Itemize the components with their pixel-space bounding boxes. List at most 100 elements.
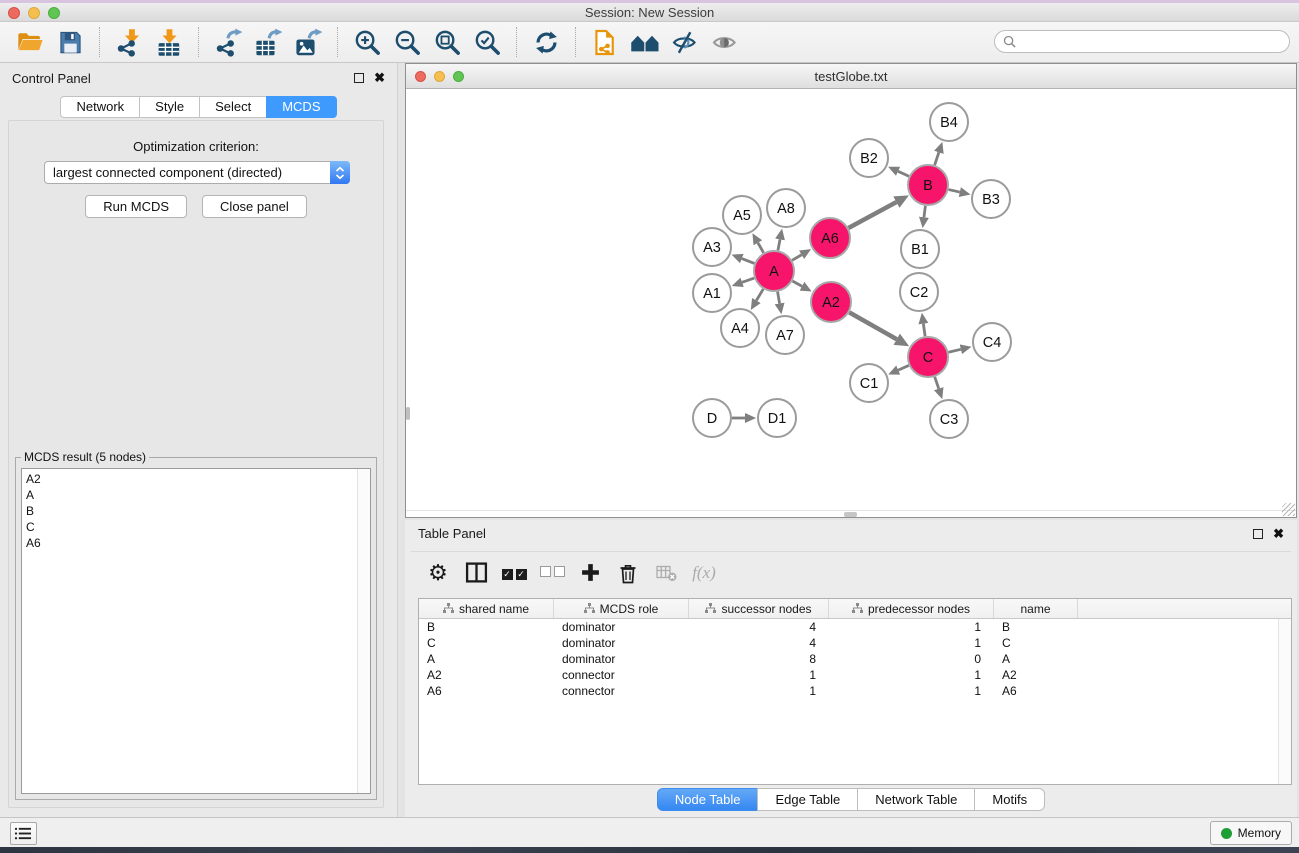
graph-node-A2[interactable]: A2 xyxy=(811,282,851,322)
close-network-button[interactable] xyxy=(415,71,426,82)
import-table-button[interactable] xyxy=(152,25,186,59)
refresh-button[interactable] xyxy=(529,25,563,59)
edge-A-A4[interactable] xyxy=(756,289,763,300)
column-header-successor-nodes[interactable]: successor nodes xyxy=(689,599,829,618)
graph-node-B2[interactable]: B2 xyxy=(850,139,888,177)
result-item[interactable]: A2 xyxy=(26,471,370,487)
graph-node-A3[interactable]: A3 xyxy=(693,228,731,266)
open-session-button[interactable] xyxy=(13,25,47,59)
add-column-button[interactable] xyxy=(575,557,605,589)
show-view-button[interactable] xyxy=(708,25,742,59)
edge-B-B3[interactable] xyxy=(948,190,959,193)
delete-table-button[interactable] xyxy=(651,557,681,589)
close-window-button[interactable] xyxy=(8,7,20,19)
graph-node-A6[interactable]: A6 xyxy=(810,218,850,258)
edge-A-A2[interactable] xyxy=(792,281,802,286)
table-scrollbar[interactable] xyxy=(1278,619,1291,784)
memory-button[interactable]: Memory xyxy=(1210,821,1292,845)
delete-column-button[interactable] xyxy=(613,557,643,589)
edge-A-A7[interactable] xyxy=(778,292,780,304)
zoom-fit-button[interactable] xyxy=(430,25,464,59)
export-table-button[interactable] xyxy=(251,25,285,59)
graph-node-A4[interactable]: A4 xyxy=(721,309,759,347)
minimize-network-button[interactable] xyxy=(434,71,445,82)
result-item[interactable]: A xyxy=(26,487,370,503)
float-table-panel-icon[interactable] xyxy=(1253,529,1263,539)
edge-A-A6[interactable] xyxy=(792,255,801,261)
tab-network[interactable]: Network xyxy=(60,96,140,118)
close-panel-button[interactable]: Close panel xyxy=(202,195,307,218)
graph-node-A8[interactable]: A8 xyxy=(767,189,805,227)
mcds-result-list[interactable]: A2ABCA6 xyxy=(21,468,371,794)
zoom-in-button[interactable] xyxy=(350,25,384,59)
table-row[interactable]: A6connector11A6 xyxy=(419,683,1291,699)
tab-network-table[interactable]: Network Table xyxy=(857,788,975,811)
network-canvas[interactable]: AA1A3A5A8A6A2A4A7BB1B2B3B4CC1C2C3C4DD1 xyxy=(406,89,1296,517)
home-button[interactable] xyxy=(628,25,662,59)
search-field[interactable] xyxy=(994,30,1290,53)
edge-A-A5[interactable] xyxy=(758,243,764,253)
hide-panels-button[interactable] xyxy=(668,25,702,59)
tab-style[interactable]: Style xyxy=(139,96,200,118)
graph-node-C3[interactable]: C3 xyxy=(930,400,968,438)
save-session-button[interactable] xyxy=(53,25,87,59)
tab-mcds[interactable]: MCDS xyxy=(266,96,336,118)
graph-node-B1[interactable]: B1 xyxy=(901,230,939,268)
edge-B-B4[interactable] xyxy=(935,152,939,165)
column-header-name[interactable]: name xyxy=(994,599,1078,618)
table-row[interactable]: A2connector11A2 xyxy=(419,667,1291,683)
edge-B-B1[interactable] xyxy=(924,206,925,217)
export-image-button[interactable] xyxy=(291,25,325,59)
tab-edge-table[interactable]: Edge Table xyxy=(757,788,858,811)
graph-node-A5[interactable]: A5 xyxy=(723,196,761,234)
column-header-shared-name[interactable]: shared name xyxy=(419,599,554,618)
table-row[interactable]: Adominator80A xyxy=(419,651,1291,667)
zoom-network-button[interactable] xyxy=(453,71,464,82)
select-all-button[interactable]: ✓✓ xyxy=(499,557,529,589)
resize-grip-icon[interactable] xyxy=(1282,503,1295,516)
edge-C-C2[interactable] xyxy=(923,324,925,337)
zoom-window-button[interactable] xyxy=(48,7,60,19)
float-panel-icon[interactable] xyxy=(354,73,364,83)
result-item[interactable]: C xyxy=(26,519,370,535)
network-vscrollbar[interactable] xyxy=(406,407,410,420)
minimize-window-button[interactable] xyxy=(28,7,40,19)
edge-A2-C[interactable] xyxy=(849,312,896,339)
result-item[interactable]: B xyxy=(26,503,370,519)
close-table-panel-icon[interactable]: ✖ xyxy=(1273,529,1284,539)
criterion-dropdown[interactable]: largest connected component (directed) xyxy=(44,161,350,184)
tab-select[interactable]: Select xyxy=(199,96,267,118)
function-builder-button[interactable]: f(x) xyxy=(689,557,719,589)
tab-motifs[interactable]: Motifs xyxy=(974,788,1045,811)
graph-node-A1[interactable]: A1 xyxy=(693,274,731,312)
run-mcds-button[interactable]: Run MCDS xyxy=(85,195,187,218)
edge-A-A8[interactable] xyxy=(778,239,780,250)
edge-A-A3[interactable] xyxy=(742,259,755,264)
network-hscrollbar[interactable] xyxy=(406,510,1296,517)
table-row[interactable]: Cdominator41C xyxy=(419,635,1291,651)
graph-node-B[interactable]: B xyxy=(908,165,948,205)
close-panel-icon[interactable]: ✖ xyxy=(374,73,385,83)
export-network-button[interactable] xyxy=(211,25,245,59)
graph-node-B4[interactable]: B4 xyxy=(930,103,968,141)
edge-C-C3[interactable] xyxy=(935,377,939,389)
zoom-out-button[interactable] xyxy=(390,25,424,59)
edge-C-C1[interactable] xyxy=(898,365,909,370)
graph-node-C4[interactable]: C4 xyxy=(973,323,1011,361)
tab-node-table[interactable]: Node Table xyxy=(657,788,759,811)
graph-node-C1[interactable]: C1 xyxy=(850,364,888,402)
zoom-selected-button[interactable] xyxy=(470,25,504,59)
graph-node-A7[interactable]: A7 xyxy=(766,316,804,354)
search-input[interactable] xyxy=(1021,35,1281,49)
show-column-button[interactable] xyxy=(461,557,491,589)
graph-node-A[interactable]: A xyxy=(754,251,794,291)
graph-node-C[interactable]: C xyxy=(908,337,948,377)
edge-A6-B[interactable] xyxy=(848,202,896,228)
graph-node-D1[interactable]: D1 xyxy=(758,399,796,437)
column-header-MCDS-role[interactable]: MCDS role xyxy=(554,599,689,618)
column-header-predecessor-nodes[interactable]: predecessor nodes xyxy=(829,599,994,618)
graph-node-D[interactable]: D xyxy=(693,399,731,437)
edge-A-A1[interactable] xyxy=(742,278,754,282)
deselect-all-button[interactable] xyxy=(537,557,567,589)
edge-B-B2[interactable] xyxy=(898,171,909,176)
